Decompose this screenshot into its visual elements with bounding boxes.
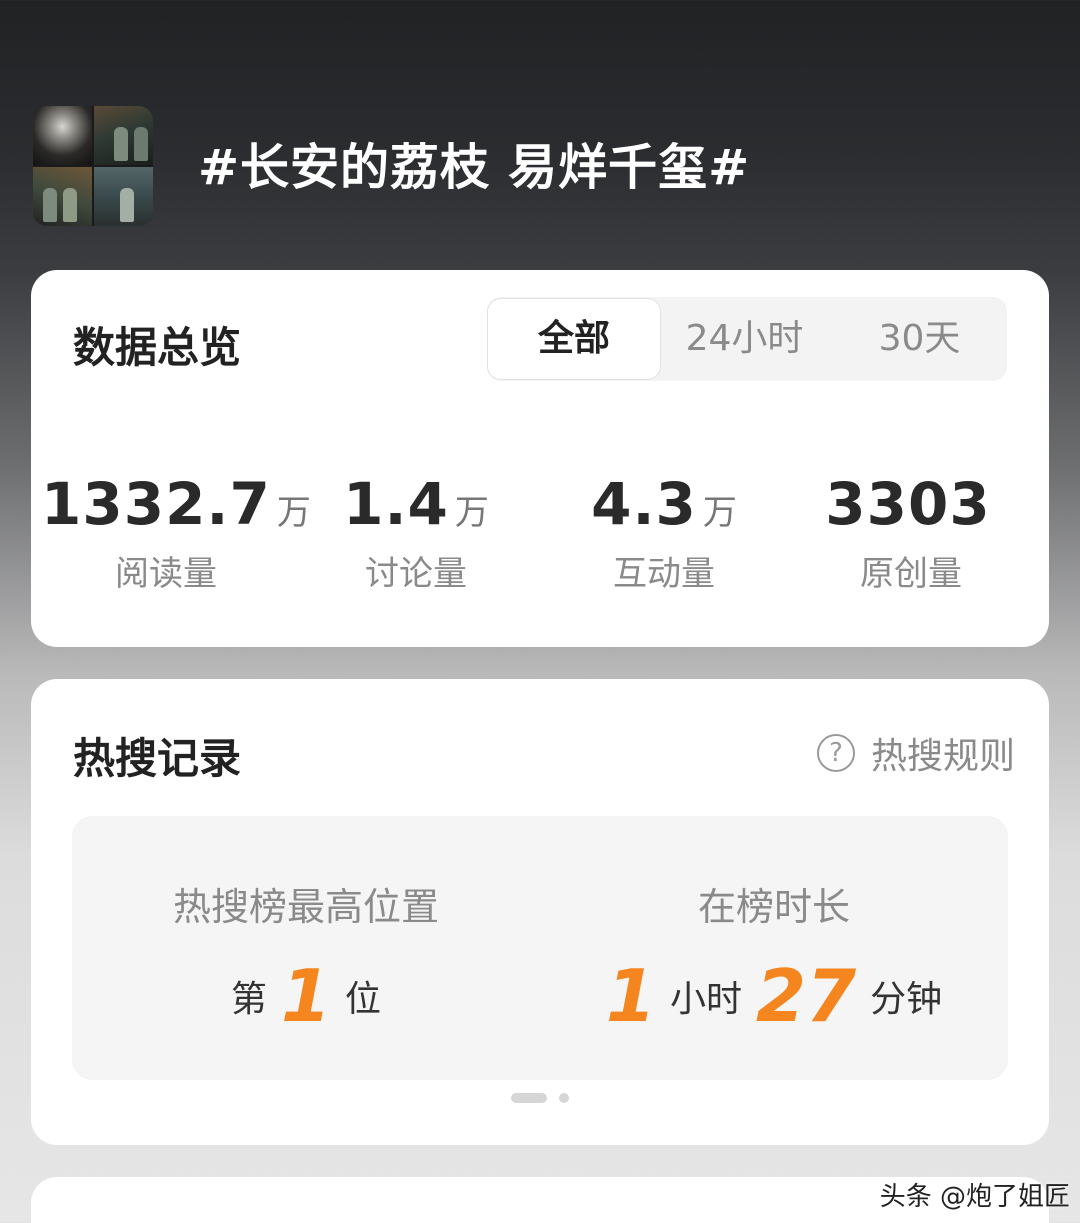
topic-title: #长安的荔枝 易烊千玺# (198, 139, 751, 196)
question-circle-icon: ? (816, 734, 855, 772)
stat-label: 原创量 (860, 554, 962, 594)
rank-suffix: 位 (345, 979, 382, 1020)
duration-label: 在榜时长 (697, 885, 850, 929)
duration-column: 在榜时长 1 小时 27 分钟 (540, 816, 1008, 1080)
data-overview-card: 数据总览 全部 24小时 30天 1332.7 万 阅读量 1.4 万 讨论量 4.… (31, 270, 1049, 647)
cover-tile (94, 167, 153, 226)
hot-search-card: 热搜记录 ? 热搜规则 热搜榜最高位置 第1位 在榜时长 1 小时 27 分钟 (31, 679, 1049, 1145)
cover-figure (134, 127, 148, 161)
tab-24h[interactable]: 24小时 (667, 297, 822, 381)
stat-value: 1.4 (343, 470, 449, 538)
time-range-tabs: 全部 24小时 30天 (487, 297, 1007, 381)
tab-30d[interactable]: 30天 (832, 297, 1007, 381)
hot-search-title: 热搜记录 (73, 734, 242, 783)
peak-rank-value: 第1位 (72, 954, 540, 1038)
hot-search-rules-link[interactable]: ? 热搜规则 (816, 727, 1015, 779)
topic-cover-image[interactable] (33, 106, 153, 226)
stat-label: 互动量 (613, 554, 715, 594)
cover-tile (94, 106, 153, 165)
rank-prefix: 第 (230, 979, 267, 1020)
stat-label: 讨论量 (365, 554, 467, 594)
cover-tile (33, 167, 92, 226)
cover-figure (114, 127, 128, 161)
peak-rank-label: 热搜榜最高位置 (172, 885, 439, 929)
stat-value: 1332.7 (41, 470, 271, 538)
cover-figure (63, 188, 77, 222)
duration-minutes: 27 (755, 954, 857, 1038)
stat-unit: 万 (454, 493, 489, 533)
cover-figure (43, 188, 57, 222)
duration-value: 1 小时 27 分钟 (540, 954, 1008, 1038)
hours-unit: 小时 (669, 979, 742, 1020)
stat-discussions: 1.4 万 讨论量 (291, 470, 541, 595)
overview-title: 数据总览 (73, 323, 242, 372)
stat-unit: 万 (702, 493, 737, 533)
stat-reads: 1332.7 万 阅读量 (41, 470, 311, 595)
pager-dots[interactable] (511, 1093, 569, 1103)
pager-dot-active (511, 1093, 547, 1103)
rank-number: 1 (280, 954, 332, 1038)
hot-search-stats-panel[interactable]: 热搜榜最高位置 第1位 在榜时长 1 小时 27 分钟 (72, 816, 1008, 1080)
stat-originals: 3303 原创量 (786, 470, 1036, 595)
peak-rank-column: 热搜榜最高位置 第1位 (72, 816, 540, 1080)
stat-value: 4.3 (591, 470, 697, 538)
pager-dot (559, 1093, 569, 1103)
topic-header: #长安的荔枝 易烊千玺# (0, 0, 1080, 270)
duration-hours: 1 (605, 954, 656, 1038)
stat-interactions: 4.3 万 互动量 (539, 470, 789, 595)
tab-all[interactable]: 全部 (487, 298, 661, 380)
stat-value: 3303 (825, 470, 991, 538)
cover-tile (33, 106, 92, 165)
minutes-unit: 分钟 (870, 979, 943, 1020)
stat-label: 阅读量 (115, 554, 217, 594)
watermark: 头条 @炮了姐匠 (879, 1182, 1070, 1212)
rules-label: 热搜规则 (870, 736, 1015, 777)
cover-figure (120, 188, 134, 222)
